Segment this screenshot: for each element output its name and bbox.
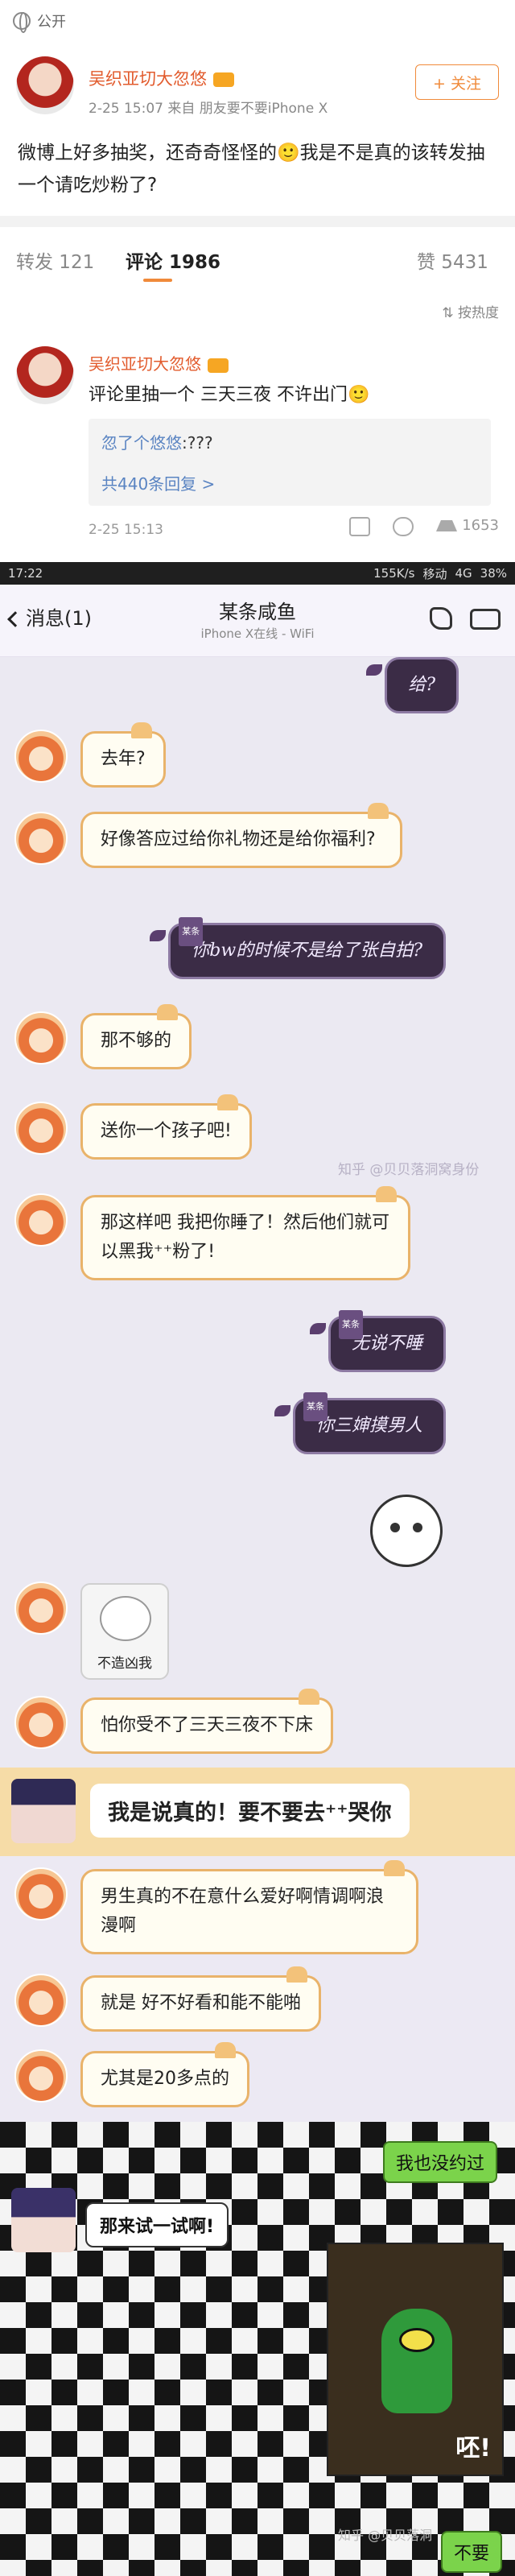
section-divider	[0, 216, 515, 227]
message-bubble-green[interactable]: 不要	[440, 2531, 502, 2573]
video-call-icon[interactable]	[470, 609, 501, 630]
reply-author[interactable]: 忽了个悠悠	[101, 433, 182, 453]
message-text: 你bw的时候不是给了张自拍?	[192, 941, 422, 961]
message-bubble-left[interactable]: 好像答应过给你礼物还是给你福利?	[80, 803, 402, 868]
face-sticker[interactable]	[370, 1495, 443, 1567]
bear-sticker[interactable]: 不造凶我	[80, 1583, 169, 1680]
comment-time: 2-25 15:13	[89, 522, 163, 538]
commenter-avatar[interactable]	[16, 346, 74, 404]
chat-body-3: 我也没约过 那来试一试啊! 呸! 知乎 @贝贝落洞 不要	[0, 2122, 515, 2576]
sticker-caption: 不造凶我	[97, 1656, 152, 1672]
comment-text: 评论里抽一个 三天三夜 不许出门🙂	[89, 385, 370, 405]
commenter-name-text: 吴织亚切大忽悠	[89, 354, 201, 374]
commenter-name[interactable]: 吴织亚切大忽悠	[89, 351, 229, 374]
follow-button[interactable]: + 关注	[415, 64, 499, 100]
weibo-section: 公开 吴织亚切大忽悠 2-25 15:07 来自 朋友要不要iPhone X +…	[0, 0, 515, 556]
share-icon[interactable]	[349, 517, 371, 536]
vip-badge-icon	[213, 72, 234, 87]
sort-label: 按热度	[458, 305, 499, 321]
network-speed: 155K/s	[373, 566, 415, 581]
reply-preview: 忽了个悠悠:???	[101, 430, 478, 453]
contact-avatar[interactable]	[14, 1102, 68, 1155]
sticker-caption: 呸!	[455, 2434, 491, 2462]
message-bubble-right[interactable]: 给?	[366, 657, 459, 713]
like-button[interactable]: 1653	[436, 517, 499, 536]
author-name-text: 吴织亚切大忽悠	[89, 69, 207, 89]
message-bubble-left[interactable]: 就是 好不好看和能不能啪	[80, 1966, 321, 2032]
message-bubble-left[interactable]: 那这样吧 我把你睡了！然后他们就可以黑我⁺⁺粉了!	[80, 1186, 410, 1280]
sender-tag: 某条	[338, 1310, 363, 1339]
active-tab-indicator	[143, 279, 172, 282]
message-bubble-left[interactable]: 怕你受不了三天三夜不下床	[80, 1689, 334, 1754]
status-bar: 17:22 155K/s 移动 4G 38%	[0, 562, 515, 585]
status-time: 17:22	[8, 566, 43, 581]
more-replies-link[interactable]: 共440条回复 >	[101, 471, 478, 494]
contact-avatar[interactable]	[14, 1193, 68, 1247]
message-bubble-green[interactable]: 我也没约过	[382, 2141, 497, 2183]
bear-face-icon	[100, 1596, 151, 1641]
post-tabs: 转发 121 评论 1986 赞 5431	[0, 227, 515, 290]
author-avatar[interactable]	[16, 56, 74, 114]
sender-tag: 某条	[179, 917, 204, 946]
message-bubble-left[interactable]: 尤其是20多点的	[80, 2042, 249, 2107]
sort-icon: ⇅	[442, 305, 458, 321]
message-bubble-right[interactable]: 某条 你bw的时候不是给了张自拍?	[150, 917, 446, 979]
plankton-eye-icon	[399, 2328, 435, 2352]
anime-avatar[interactable]	[11, 2188, 76, 2252]
author-name[interactable]: 吴织亚切大忽悠	[89, 66, 234, 90]
tab-comments[interactable]: 评论 1986	[126, 246, 220, 274]
visibility-bar: 公开	[0, 0, 515, 42]
contact-avatar[interactable]	[14, 2049, 68, 2103]
message-bubble-left[interactable]: 去年?	[80, 722, 166, 788]
reply-box[interactable]: 忽了个悠悠:??? 共440条回复 >	[89, 419, 491, 506]
phone-call-icon[interactable]	[430, 607, 452, 630]
visibility-label: 公开	[37, 14, 66, 31]
network-type: 4G	[455, 566, 472, 581]
comment-icon[interactable]	[393, 517, 414, 536]
plankton-figure-icon	[381, 2309, 452, 2413]
message-text: 你三婶摸男人	[315, 1416, 422, 1436]
tab-likes[interactable]: 赞 5431	[417, 246, 488, 274]
post-meta: 2-25 15:07 来自 朋友要不要iPhone X	[89, 101, 328, 117]
sticker-message-row: 我是说真的！要不要去⁺⁺哭你	[0, 1768, 515, 1856]
like-icon	[436, 520, 458, 531]
comment-actions: 1653	[349, 517, 499, 536]
tab-reposts[interactable]: 转发 121	[16, 246, 94, 274]
zhihu-watermark: 知乎 @贝贝落洞窝身份	[338, 1162, 480, 1178]
message-bubble-left[interactable]: 那不够的	[80, 1004, 192, 1069]
contact-avatar[interactable]	[14, 812, 68, 865]
message-bubble-bold[interactable]: 我是说真的！要不要去⁺⁺哭你	[90, 1784, 410, 1838]
like-count: 1653	[462, 517, 499, 534]
globe-icon	[13, 12, 31, 33]
reply-text: :???	[182, 433, 213, 453]
plankton-sticker[interactable]: 呸!	[327, 2243, 504, 2476]
message-bubble-left[interactable]: 送你一个孩子吧!	[80, 1094, 252, 1160]
vip-badge-icon	[208, 358, 229, 373]
contact-avatar[interactable]	[14, 1974, 68, 2027]
message-bubble-right[interactable]: 某条 你三婶摸男人	[274, 1392, 446, 1454]
message-bubble-white[interactable]: 那来试一试啊!	[85, 2202, 229, 2247]
chat-header: 消息(1) 某条咸鱼 iPhone X在线 - WiFi	[0, 585, 515, 657]
contact-avatar[interactable]	[14, 1696, 68, 1749]
sender-tag: 某条	[303, 1392, 328, 1421]
battery-level: 38%	[480, 566, 507, 581]
chat-body: 给? 去年? 好像答应过给你礼物还是给你福利? 某条 你bw的时候不是给了张自拍?…	[0, 657, 515, 1772]
post-text: 微博上好多抽奖，还奇奇怪怪的🙂我是不是真的该转发抽一个请吃炒粉了?	[18, 143, 485, 196]
anime-avatar[interactable]	[11, 1779, 76, 1843]
message-bubble-left[interactable]: 男生真的不在意什么爱好啊情调啊浪漫啊	[80, 1860, 418, 1954]
message-bubble-right[interactable]: 某条 无说不睡	[309, 1310, 446, 1372]
carrier-label: 移动	[422, 566, 447, 581]
contact-avatar[interactable]	[14, 1582, 68, 1635]
sort-by-hot-button[interactable]: ⇅ 按热度	[442, 301, 499, 321]
contact-avatar[interactable]	[14, 1011, 68, 1065]
zhihu-watermark: 知乎 @贝贝落洞	[338, 2528, 433, 2543]
contact-avatar[interactable]	[14, 1867, 68, 1921]
contact-avatar[interactable]	[14, 730, 68, 783]
chat-body-2: 男生真的不在意什么爱好啊情调啊浪漫啊 就是 好不好看和能不能啪 尤其是20多点的	[0, 1856, 515, 2122]
